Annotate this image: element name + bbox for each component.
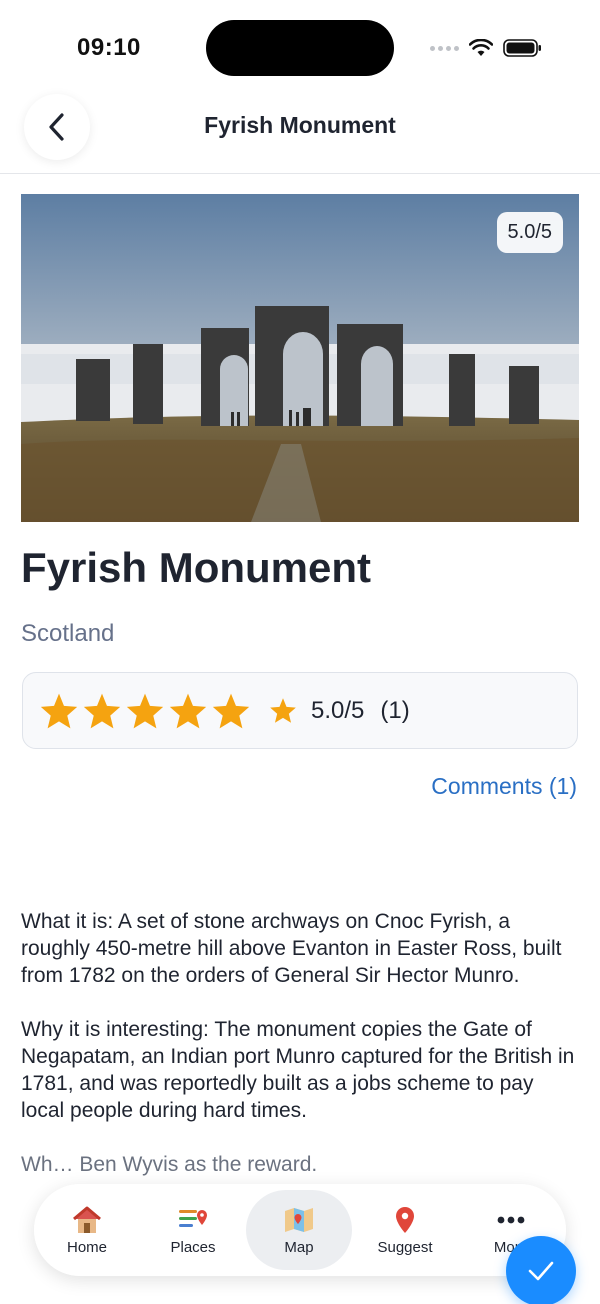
rating-box: 5.0/5 (1) (22, 672, 578, 749)
tab-home[interactable]: Home (34, 1190, 140, 1270)
hero-image[interactable]: 5.0/5 (21, 194, 579, 522)
list-pin-icon (179, 1209, 207, 1227)
tab-suggest-label: Suggest (377, 1238, 433, 1256)
bottom-tab-bar: Home Places Map Suggest More (34, 1184, 566, 1276)
star-icon[interactable] (125, 692, 165, 730)
house-icon (73, 1206, 101, 1233)
description-why: Why it is interesting: The monument copi… (21, 1018, 575, 1122)
comments-link[interactable]: Comments (1) (431, 773, 577, 800)
map-icon (285, 1207, 313, 1232)
rating-badge: 5.0/5 (496, 212, 563, 253)
checkin-fab-button[interactable] (506, 1236, 576, 1304)
place-name: Fyrish Monument (21, 544, 372, 591)
rating-count: (1) (380, 696, 410, 724)
tab-map-label: Map (284, 1238, 314, 1256)
battery-icon (503, 39, 541, 57)
tab-places-label: Places (170, 1238, 216, 1256)
star-icon[interactable] (211, 692, 251, 730)
rating-value: 5.0/5 (311, 696, 365, 724)
tab-suggest[interactable]: Suggest (352, 1190, 458, 1270)
place-region: Scotland (21, 620, 115, 647)
description: What it is: A set of stone archways on C… (21, 908, 577, 1205)
nav-header: Fyrish Monument (0, 92, 600, 174)
status-icons (430, 36, 543, 60)
pin-icon (396, 1206, 414, 1233)
tab-places[interactable]: Places (140, 1190, 246, 1270)
tab-home-label: Home (66, 1238, 107, 1256)
signal-icon (430, 45, 459, 51)
page-title: Fyrish Monument (204, 112, 396, 138)
description-what: What it is: A set of stone archways on C… (21, 910, 562, 987)
monument-photo (21, 194, 579, 522)
star-icon[interactable] (82, 692, 122, 730)
status-bar: 09:10 (0, 0, 600, 92)
description-more: Wh… Ben Wyvis as the reward. (21, 1153, 318, 1176)
status-time: 09:10 (77, 34, 141, 61)
tab-map[interactable]: Map (246, 1190, 352, 1270)
checkmark-icon (528, 1261, 554, 1281)
star-icon[interactable] (39, 692, 79, 730)
ellipsis-icon (497, 1216, 525, 1223)
star-rating[interactable] (39, 692, 251, 730)
average-star-icon (270, 698, 296, 723)
dynamic-island (206, 20, 394, 76)
wifi-icon (469, 39, 493, 56)
star-icon[interactable] (168, 692, 208, 730)
